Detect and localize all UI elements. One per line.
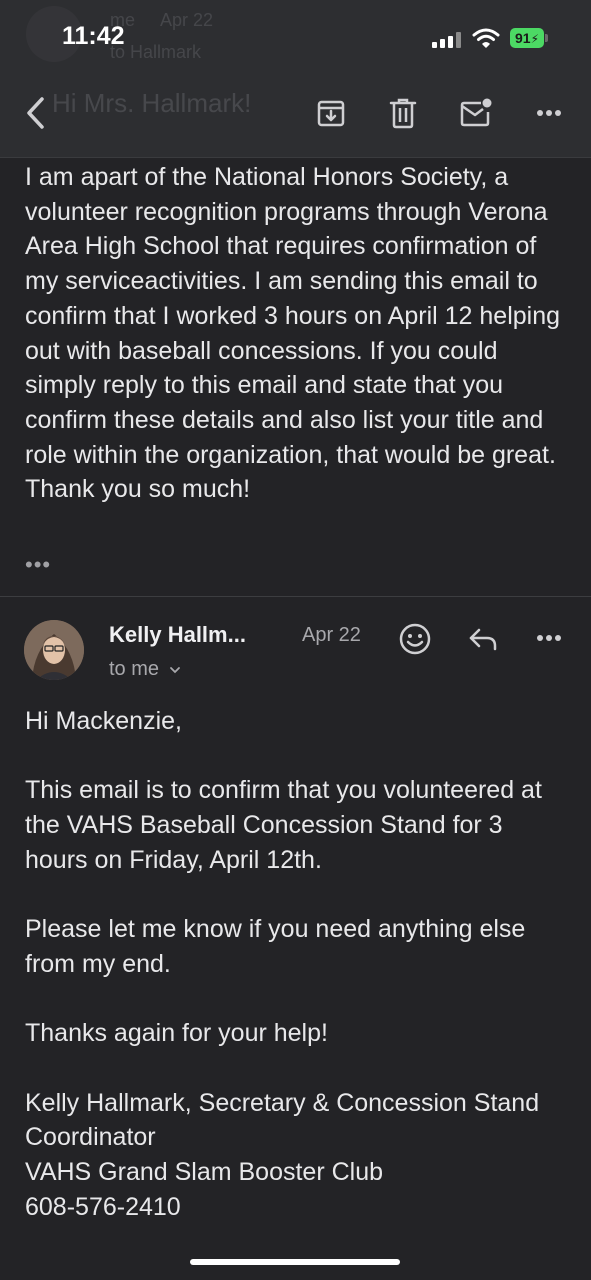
message-date: Apr 22 <box>302 624 361 646</box>
home-indicator[interactable] <box>190 1259 400 1265</box>
archive-button[interactable] <box>314 96 348 130</box>
cellular-signal-icon <box>432 32 462 48</box>
paragraph: This email is to confirm that you volunt… <box>25 776 542 874</box>
sender-name[interactable]: Kelly Hallm... <box>109 622 246 648</box>
delete-button[interactable] <box>386 96 420 130</box>
message-more-button[interactable] <box>532 630 566 646</box>
back-button[interactable] <box>18 94 52 132</box>
recipient-label: to me <box>109 658 160 680</box>
add-reaction-button[interactable] <box>396 620 434 658</box>
chevron-left-icon <box>27 97 44 129</box>
chevron-down-icon <box>169 666 180 673</box>
mail-unread-icon <box>460 98 492 127</box>
battery-icon: 91⚡ <box>510 28 544 48</box>
reply-button[interactable] <box>464 622 502 656</box>
signature-organization: VAHS Grand Slam Booster Club <box>25 1158 384 1187</box>
paragraph: Thanks again for your help! <box>25 1019 328 1048</box>
more-horizontal-icon <box>537 110 561 116</box>
more-options-button[interactable] <box>532 104 566 122</box>
top-toolbar: me Apr 22 to Hallmark Hi Mrs. Hallmark! … <box>0 0 591 158</box>
emoji-icon <box>399 623 431 655</box>
paragraph: Please let me know if you need anything … <box>25 915 526 978</box>
message-divider <box>0 596 591 597</box>
reply-message-body: Hi Mackenzie, This email is to confirm t… <box>25 704 570 1224</box>
ghost-subject: Hi Mrs. Hallmark! <box>52 88 252 118</box>
archive-icon <box>317 100 345 127</box>
sent-message-body: I am apart of the National Honors Societ… <box>25 163 561 504</box>
greeting: Hi Mackenzie, <box>25 707 182 735</box>
reply-icon <box>469 628 497 651</box>
wifi-icon <box>472 28 500 48</box>
show-trimmed-content-button[interactable]: ••• <box>25 552 51 578</box>
battery-tip <box>545 34 548 42</box>
battery-level: 91 <box>514 30 531 46</box>
sender-photo-icon <box>24 620 84 680</box>
more-horizontal-icon <box>537 635 561 641</box>
ghost-date: Apr 22 <box>160 10 214 30</box>
trash-icon <box>389 98 417 129</box>
status-time: 11:42 <box>62 22 125 50</box>
signature-name-title: Kelly Hallmark, Secretary & Concession S… <box>25 1088 540 1152</box>
recipient-details-toggle[interactable]: to me <box>109 658 181 681</box>
mark-unread-button[interactable] <box>458 96 494 130</box>
signature-phone[interactable]: 608-576-2410 <box>25 1190 570 1225</box>
avatar[interactable] <box>24 620 84 680</box>
